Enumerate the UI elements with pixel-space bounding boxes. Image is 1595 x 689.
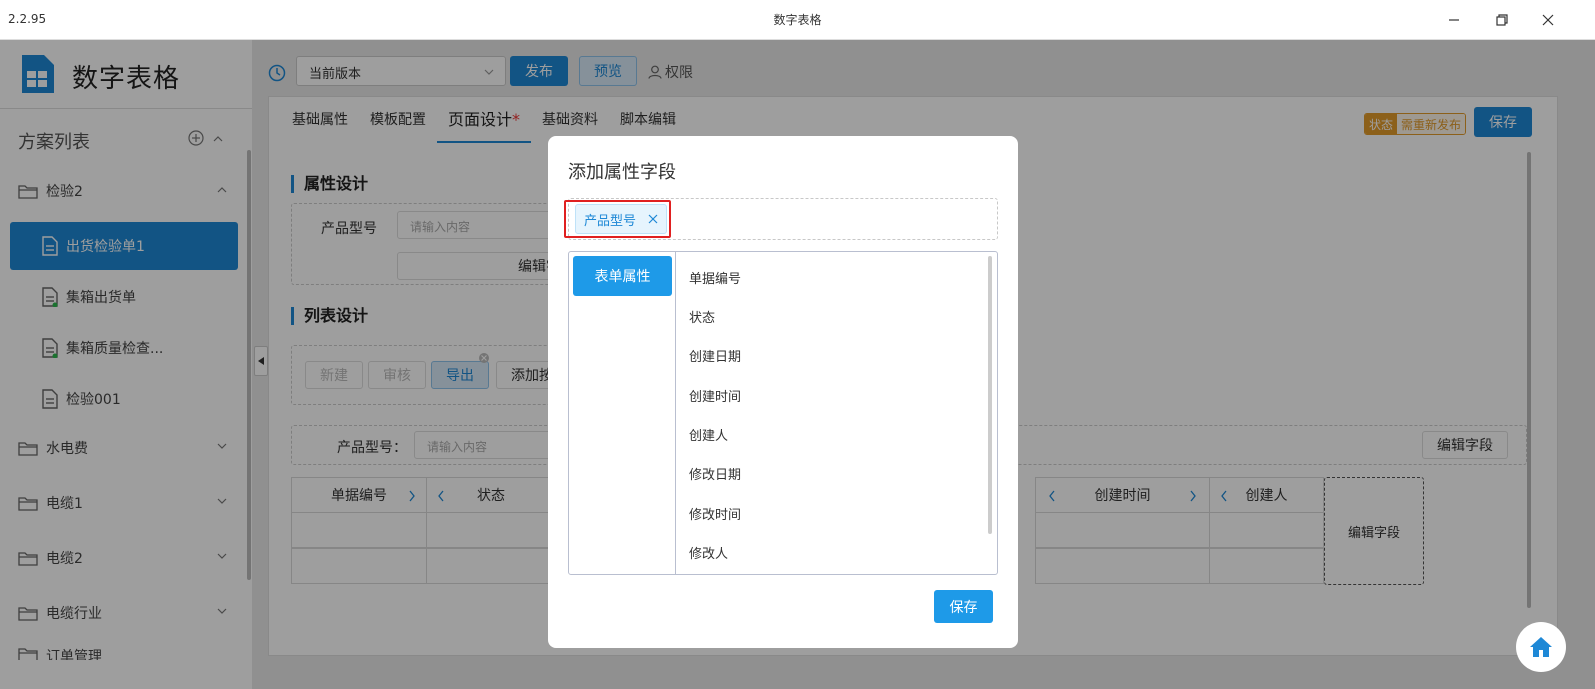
minimize-button[interactable]: [1442, 8, 1466, 32]
picker-divider: [675, 252, 676, 574]
field-picker: 表单属性 单据编号 状态 创建日期 创建时间 创建人 修改日期 修改时间 修改人: [568, 251, 998, 575]
dialog-title: 添加属性字段: [568, 162, 676, 183]
field-option[interactable]: 修改人: [689, 543, 728, 562]
highlight-box: [564, 200, 671, 238]
restore-button[interactable]: [1490, 8, 1514, 32]
category-label: 表单属性: [594, 269, 651, 285]
field-option[interactable]: 单据编号: [689, 268, 741, 287]
minimize-icon: [1449, 19, 1459, 21]
save-label: 保存: [949, 599, 978, 616]
home-button[interactable]: [1516, 622, 1566, 672]
window-titlebar: 2.2.95 数字表格: [0, 0, 1595, 40]
window-title: 数字表格: [773, 13, 822, 27]
close-icon: [1542, 14, 1554, 26]
add-attribute-field-dialog: 添加属性字段 产品型号 表单属性 单据编号 状态 创建日期 创建时间 创建人 修…: [548, 136, 1018, 648]
field-option[interactable]: 创建人: [689, 425, 728, 444]
field-option[interactable]: 修改时间: [689, 504, 741, 523]
home-icon: [1530, 637, 1552, 657]
field-option[interactable]: 修改日期: [689, 464, 741, 483]
field-option[interactable]: 状态: [689, 307, 715, 326]
dialog-save-button[interactable]: 保存: [934, 590, 993, 623]
close-button[interactable]: [1536, 8, 1560, 32]
restore-icon: [1496, 14, 1508, 26]
picker-scrollbar[interactable]: [988, 256, 992, 534]
field-option[interactable]: 创建时间: [689, 386, 741, 405]
category-form-attributes[interactable]: 表单属性: [573, 256, 672, 296]
field-option[interactable]: 创建日期: [689, 346, 741, 365]
